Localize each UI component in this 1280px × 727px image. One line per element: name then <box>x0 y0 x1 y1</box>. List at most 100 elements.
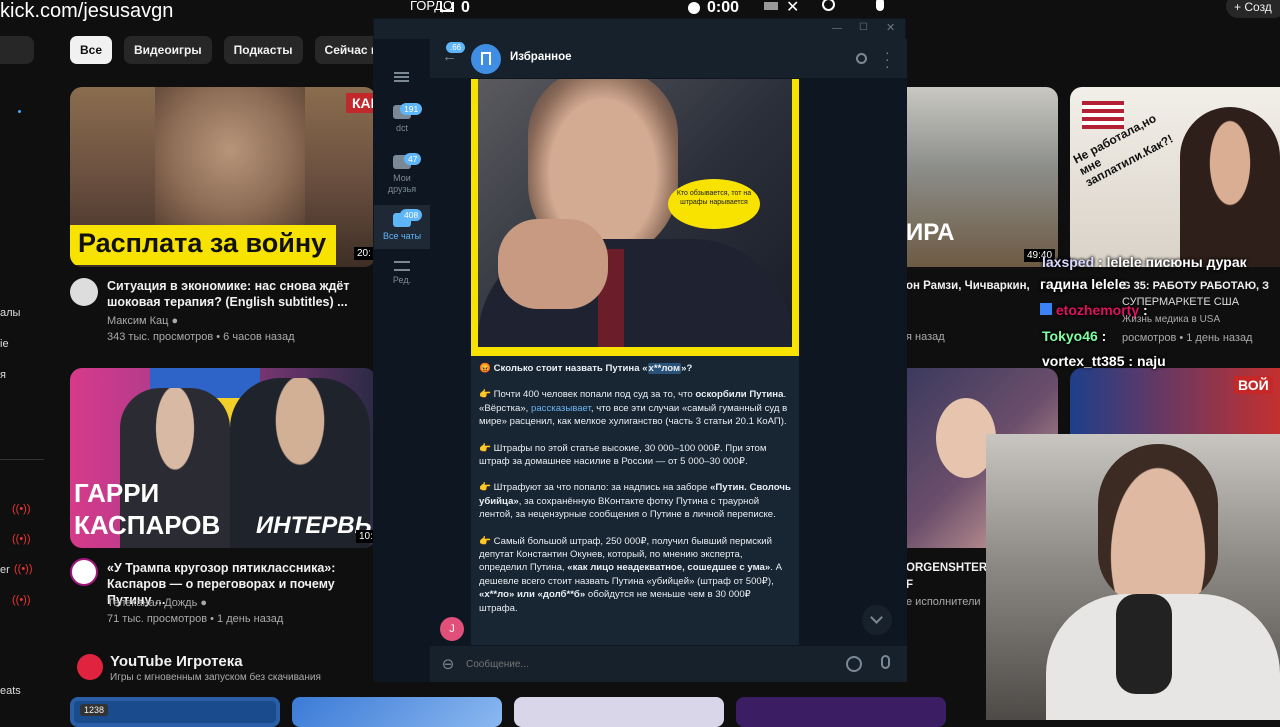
chip-videogames[interactable]: Видеоигры <box>124 36 212 64</box>
chat-message: laxsped : lelele писюны дурак <box>1042 254 1247 270</box>
sidebar-item-label[interactable]: ie <box>0 338 9 350</box>
game-card[interactable]: 1238 <box>70 697 280 727</box>
message-image[interactable]: Кто обзывается, тот на штрафы нарывается <box>471 79 799 356</box>
search-icon[interactable] <box>822 0 835 11</box>
message-bold-part: оскорбили Путина <box>695 389 784 401</box>
game-card[interactable] <box>736 697 946 727</box>
message-input[interactable] <box>466 654 826 674</box>
webcam-feed <box>986 434 1280 720</box>
chip-all[interactable]: Все <box>70 36 113 64</box>
sidebar-item-label[interactable]: eats <box>0 685 21 697</box>
webcam-microphone <box>1116 594 1172 694</box>
folder-friends[interactable]: Мои друзья 47 <box>374 153 430 205</box>
video-thumbnail[interactable]: КАЙ Расплата за войну 20: <box>70 87 376 267</box>
pointing-emoji: 👉 <box>479 389 491 401</box>
video-thumbnail[interactable]: ВОЙ <box>1070 368 1280 434</box>
message-paragraph: 👉 Штрафы по этой статье высокие, 30 000–… <box>479 442 791 469</box>
menu-icon-mid <box>394 76 409 78</box>
maximize-icon[interactable]: ☐ <box>859 22 868 33</box>
message-text-part: Штрафуют за что попало: за надпись на за… <box>490 482 711 494</box>
speech-bubble: Кто обзывается, тот на штрафы нарывается <box>668 179 760 229</box>
minimize-icon[interactable]: — <box>832 23 842 34</box>
playables-subtitle: Игры с мгновенным запуском без скачивани… <box>110 672 321 683</box>
webcam-person-head <box>1098 444 1218 604</box>
pointing-emoji: 👉 <box>479 442 491 454</box>
channel-name[interactable]: Жизнь медика в USA <box>1122 312 1220 328</box>
channel-avatar[interactable] <box>70 558 98 586</box>
folder-badge: 191 <box>400 103 423 115</box>
more-icon[interactable]: · · · <box>885 45 890 73</box>
sidebar-item-label[interactable]: er <box>0 564 10 576</box>
close-window-icon[interactable]: ✕ <box>886 21 895 34</box>
message-bold-part: «как лицо неадекватное, сошедшее с ума» <box>567 562 771 574</box>
chat-title[interactable]: Избранное <box>510 51 572 63</box>
video-thumbnail[interactable]: ИРА 49:40 <box>906 87 1058 267</box>
live-icon: ((•)) <box>14 563 33 575</box>
sidebar-item-label[interactable]: я <box>0 369 6 381</box>
close-icon[interactable]: ✕ <box>786 0 799 17</box>
stream-url: kick.com/jesusavgn <box>0 0 174 22</box>
cart-count: 0 <box>461 0 470 16</box>
chat-username: Tokyo46 <box>1042 328 1098 344</box>
folder-edit[interactable]: Ред. <box>374 261 430 297</box>
voice-mic-icon[interactable] <box>881 655 890 669</box>
video-title[interactable]: F <box>906 577 913 593</box>
folder-label: Ред. <box>392 275 412 285</box>
folder-label: Все чаты <box>382 231 422 241</box>
scroll-down-button[interactable] <box>862 605 892 635</box>
video-title[interactable]: Ситуация в экономике: нас снова ждёт шок… <box>107 278 372 310</box>
video-thumbnail[interactable]: ГАРРИ КАСПАРОВ ИНТЕРВЬ 10: <box>70 368 376 548</box>
create-label: Созд <box>1244 0 1272 14</box>
timer-icon <box>688 2 700 14</box>
video-meta: я назад <box>906 331 945 343</box>
message-paragraph: 👉 Штрафуют за что попало: за надпись на … <box>479 481 791 521</box>
folders-sidebar: dct 191 Мои друзья 47 Все чаты 408 Ред. <box>374 39 430 682</box>
angry-emoji: 😡 <box>479 363 491 374</box>
sidebar-selected-item[interactable] <box>0 36 34 64</box>
create-button[interactable]: + Созд <box>1226 0 1280 18</box>
message-bold-part: «х**ло» или «долб**б» <box>479 589 586 601</box>
search-icon[interactable] <box>856 53 867 64</box>
channel-name[interactable]: Максим Кац ● <box>107 313 178 329</box>
video-title[interactable]: G 35: РАБОТУ РАБОТАЮ, З <box>1122 278 1269 294</box>
message-text-part: Почти 400 человек попали под суд за то, … <box>490 389 696 401</box>
back-badge: .66 <box>446 42 466 53</box>
message-paragraph: 😡 Сколько стоит назвать Путина «х**лом»? <box>479 362 791 375</box>
message-link[interactable]: рассказывает <box>531 403 591 414</box>
game-card[interactable] <box>514 697 724 727</box>
back-badge-count: 66 <box>452 43 462 52</box>
playables-icon <box>77 654 103 680</box>
video-meta: росмотров • 1 день назад <box>1122 332 1253 344</box>
sidebar-dot <box>18 110 21 113</box>
thumbnail-overlay-text: Расплата за войну <box>70 225 336 265</box>
thumbnail-overlay-text: ИРА <box>906 219 955 246</box>
live-icon: ((•)) <box>12 594 31 606</box>
folder-label: Мои друзья <box>387 173 417 194</box>
channel-name[interactable]: Телеканал Дождь ● <box>107 595 207 611</box>
spoiler-text[interactable]: х**лом <box>647 363 682 374</box>
message-paragraph: 👉 Почти 400 человек попали под суд за то… <box>479 388 791 428</box>
chip-podcasts[interactable]: Подкасты <box>223 36 303 64</box>
thumbnail-overlay-text: КАСПАРОВ <box>74 510 221 540</box>
chat-username: vortex_tt385 <box>1042 353 1125 369</box>
mic-icon[interactable] <box>876 0 884 11</box>
sender-avatar[interactable]: J <box>440 617 464 641</box>
emoji-icon[interactable] <box>846 656 862 672</box>
battery-icon <box>764 2 778 10</box>
sidebar-item-label[interactable]: алы <box>0 307 20 319</box>
chat-text: : lelele писюны дурак <box>1094 254 1247 270</box>
attach-icon[interactable]: ⊘ <box>437 653 459 675</box>
folder-badge: 408 <box>400 209 423 221</box>
channel-avatar[interactable] <box>70 278 98 306</box>
thumbnail-overlay-text: ИНТЕРВЬ <box>256 512 372 539</box>
game-card[interactable] <box>292 697 502 727</box>
message-text: 😡 Сколько стоит назвать Путина «х**лом»?… <box>471 356 799 645</box>
folder-all-chats[interactable]: Все чаты 408 <box>374 205 430 249</box>
video-title[interactable]: он Рамзи, Чичваркин, <box>906 278 1036 294</box>
video-thumbnail[interactable]: Не работала,но мне заплатили.Как?! <box>1070 87 1280 267</box>
video-title[interactable]: ORGENSHTERN <box>906 560 995 576</box>
chat-message: Tokyo46 : <box>1042 328 1106 344</box>
playables-title[interactable]: YouTube Игротека <box>110 653 243 670</box>
saved-messages-avatar[interactable] <box>471 44 501 74</box>
folder-dct[interactable]: dct 191 <box>374 103 430 145</box>
